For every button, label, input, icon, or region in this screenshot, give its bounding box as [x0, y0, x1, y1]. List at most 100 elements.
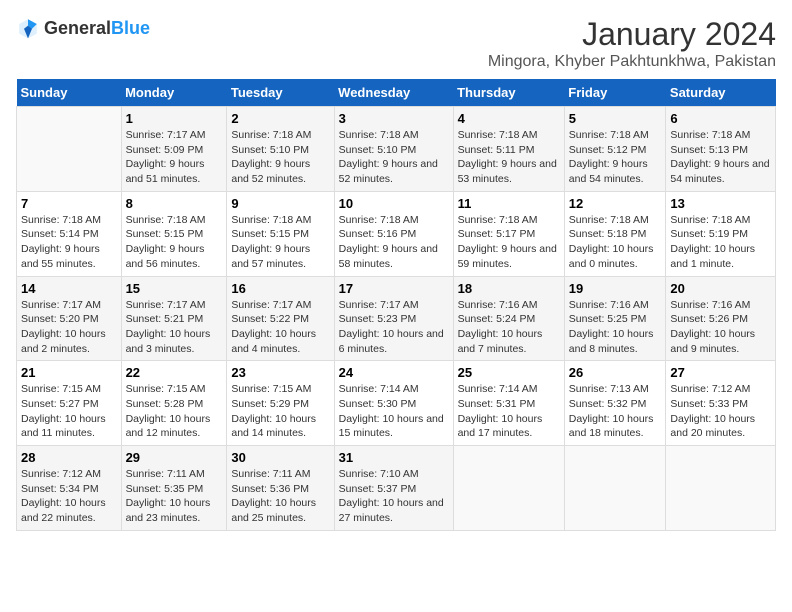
calendar-cell: 3 Sunrise: 7:18 AMSunset: 5:10 PMDaylight…: [334, 107, 453, 192]
day-number: 21: [21, 365, 117, 380]
calendar-cell: 28 Sunrise: 7:12 AMSunset: 5:34 PMDayligh…: [17, 446, 122, 531]
day-info: Sunrise: 7:11 AMSunset: 5:35 PMDaylight:…: [126, 467, 223, 526]
calendar-week-row: 7Sunrise: 7:18 AMSunset: 5:14 PMDaylight…: [17, 191, 776, 276]
day-info: Sunrise: 7:13 AMSunset: 5:32 PMDaylight:…: [569, 382, 662, 441]
day-info: Sunrise: 7:18 AMSunset: 5:11 PMDaylight:…: [458, 128, 560, 187]
calendar-week-row: 21 Sunrise: 7:15 AMSunset: 5:27 PMDayligh…: [17, 361, 776, 446]
calendar-cell: 20 Sunrise: 7:16 AMSunset: 5:26 PMDayligh…: [666, 276, 776, 361]
day-number: 25: [458, 365, 560, 380]
day-info: Sunrise: 7:18 AMSunset: 5:15 PMDaylight:…: [231, 213, 329, 272]
day-number: 15: [126, 281, 223, 296]
calendar-cell: 4 Sunrise: 7:18 AMSunset: 5:11 PMDaylight…: [453, 107, 564, 192]
calendar-week-row: 14Sunrise: 7:17 AMSunset: 5:20 PMDayligh…: [17, 276, 776, 361]
day-number: 2: [231, 111, 329, 126]
day-info: Sunrise: 7:18 AMSunset: 5:10 PMDaylight:…: [339, 128, 449, 187]
calendar-cell: 24 Sunrise: 7:14 AMSunset: 5:30 PMDayligh…: [334, 361, 453, 446]
day-number: 6: [670, 111, 771, 126]
day-info: Sunrise: 7:17 AMSunset: 5:22 PMDaylight:…: [231, 298, 329, 357]
day-info: Sunrise: 7:12 AMSunset: 5:33 PMDaylight:…: [670, 382, 771, 441]
calendar-cell: 17Sunrise: 7:17 AMSunset: 5:23 PMDayligh…: [334, 276, 453, 361]
day-info: Sunrise: 7:18 AMSunset: 5:14 PMDaylight:…: [21, 213, 117, 272]
day-info: Sunrise: 7:16 AMSunset: 5:25 PMDaylight:…: [569, 298, 662, 357]
logo-general: General: [44, 18, 111, 38]
calendar-cell: 25 Sunrise: 7:14 AMSunset: 5:31 PMDayligh…: [453, 361, 564, 446]
calendar-subtitle: Mingora, Khyber Pakhtunkhwa, Pakistan: [488, 53, 776, 71]
day-number: 18: [458, 281, 560, 296]
day-number: 28: [21, 450, 117, 465]
day-info: Sunrise: 7:18 AMSunset: 5:10 PMDaylight:…: [231, 128, 329, 187]
day-number: 19: [569, 281, 662, 296]
day-number: 26: [569, 365, 662, 380]
calendar-cell: [666, 446, 776, 531]
calendar-cell: 27 Sunrise: 7:12 AMSunset: 5:33 PMDayligh…: [666, 361, 776, 446]
logo-blue: Blue: [111, 18, 150, 38]
calendar-cell: 16 Sunrise: 7:17 AMSunset: 5:22 PMDayligh…: [227, 276, 334, 361]
day-number: 9: [231, 196, 329, 211]
calendar-cell: 14Sunrise: 7:17 AMSunset: 5:20 PMDayligh…: [17, 276, 122, 361]
day-info: Sunrise: 7:14 AMSunset: 5:30 PMDaylight:…: [339, 382, 449, 441]
calendar-cell: 9 Sunrise: 7:18 AMSunset: 5:15 PMDaylight…: [227, 191, 334, 276]
day-number: 29: [126, 450, 223, 465]
day-info: Sunrise: 7:16 AMSunset: 5:26 PMDaylight:…: [670, 298, 771, 357]
calendar-cell: 29 Sunrise: 7:11 AMSunset: 5:35 PMDayligh…: [121, 446, 227, 531]
calendar-week-row: 28 Sunrise: 7:12 AMSunset: 5:34 PMDayligh…: [17, 446, 776, 531]
page-header: GeneralBlue January 2024 Mingora, Khyber…: [16, 16, 776, 71]
calendar-cell: 31Sunrise: 7:10 AMSunset: 5:37 PMDayligh…: [334, 446, 453, 531]
calendar-cell: 21 Sunrise: 7:15 AMSunset: 5:27 PMDayligh…: [17, 361, 122, 446]
day-info: Sunrise: 7:10 AMSunset: 5:37 PMDaylight:…: [339, 467, 449, 526]
day-info: Sunrise: 7:15 AMSunset: 5:29 PMDaylight:…: [231, 382, 329, 441]
day-info: Sunrise: 7:14 AMSunset: 5:31 PMDaylight:…: [458, 382, 560, 441]
calendar-cell: 22Sunrise: 7:15 AMSunset: 5:28 PMDayligh…: [121, 361, 227, 446]
calendar-cell: 1 Sunrise: 7:17 AMSunset: 5:09 PMDaylight…: [121, 107, 227, 192]
day-info: Sunrise: 7:18 AMSunset: 5:17 PMDaylight:…: [458, 213, 560, 272]
calendar-cell: [564, 446, 666, 531]
day-info: Sunrise: 7:15 AMSunset: 5:27 PMDaylight:…: [21, 382, 117, 441]
day-number: 23: [231, 365, 329, 380]
day-info: Sunrise: 7:18 AMSunset: 5:15 PMDaylight:…: [126, 213, 223, 272]
day-info: Sunrise: 7:18 AMSunset: 5:16 PMDaylight:…: [339, 213, 449, 272]
day-number: 3: [339, 111, 449, 126]
calendar-cell: [453, 446, 564, 531]
calendar-week-row: 1 Sunrise: 7:17 AMSunset: 5:09 PMDaylight…: [17, 107, 776, 192]
day-info: Sunrise: 7:18 AMSunset: 5:19 PMDaylight:…: [670, 213, 771, 272]
day-number: 24: [339, 365, 449, 380]
calendar-cell: 5 Sunrise: 7:18 AMSunset: 5:12 PMDaylight…: [564, 107, 666, 192]
logo-icon: [16, 16, 40, 40]
header-monday: Monday: [121, 79, 227, 107]
calendar-cell: 15Sunrise: 7:17 AMSunset: 5:21 PMDayligh…: [121, 276, 227, 361]
logo: GeneralBlue: [16, 16, 150, 40]
calendar-cell: 18 Sunrise: 7:16 AMSunset: 5:24 PMDayligh…: [453, 276, 564, 361]
calendar-cell: 11 Sunrise: 7:18 AMSunset: 5:17 PMDayligh…: [453, 191, 564, 276]
day-info: Sunrise: 7:17 AMSunset: 5:20 PMDaylight:…: [21, 298, 117, 357]
logo-text: GeneralBlue: [44, 18, 150, 39]
day-number: 11: [458, 196, 560, 211]
day-number: 4: [458, 111, 560, 126]
calendar-cell: 8Sunrise: 7:18 AMSunset: 5:15 PMDaylight…: [121, 191, 227, 276]
header-sunday: Sunday: [17, 79, 122, 107]
calendar-header-row: SundayMondayTuesdayWednesdayThursdayFrid…: [17, 79, 776, 107]
header-friday: Friday: [564, 79, 666, 107]
day-info: Sunrise: 7:11 AMSunset: 5:36 PMDaylight:…: [231, 467, 329, 526]
header-tuesday: Tuesday: [227, 79, 334, 107]
title-block: January 2024 Mingora, Khyber Pakhtunkhwa…: [488, 16, 776, 71]
day-info: Sunrise: 7:18 AMSunset: 5:12 PMDaylight:…: [569, 128, 662, 187]
day-info: Sunrise: 7:16 AMSunset: 5:24 PMDaylight:…: [458, 298, 560, 357]
day-number: 30: [231, 450, 329, 465]
header-wednesday: Wednesday: [334, 79, 453, 107]
calendar-cell: 10 Sunrise: 7:18 AMSunset: 5:16 PMDayligh…: [334, 191, 453, 276]
calendar-cell: [17, 107, 122, 192]
day-info: Sunrise: 7:15 AMSunset: 5:28 PMDaylight:…: [126, 382, 223, 441]
calendar-cell: 6Sunrise: 7:18 AMSunset: 5:13 PMDaylight…: [666, 107, 776, 192]
day-number: 16: [231, 281, 329, 296]
day-number: 20: [670, 281, 771, 296]
day-info: Sunrise: 7:18 AMSunset: 5:18 PMDaylight:…: [569, 213, 662, 272]
day-number: 27: [670, 365, 771, 380]
day-info: Sunrise: 7:12 AMSunset: 5:34 PMDaylight:…: [21, 467, 117, 526]
header-saturday: Saturday: [666, 79, 776, 107]
day-number: 5: [569, 111, 662, 126]
calendar-cell: 23 Sunrise: 7:15 AMSunset: 5:29 PMDayligh…: [227, 361, 334, 446]
day-info: Sunrise: 7:17 AMSunset: 5:23 PMDaylight:…: [339, 298, 449, 357]
day-number: 10: [339, 196, 449, 211]
day-info: Sunrise: 7:17 AMSunset: 5:09 PMDaylight:…: [126, 128, 223, 187]
day-number: 1: [126, 111, 223, 126]
